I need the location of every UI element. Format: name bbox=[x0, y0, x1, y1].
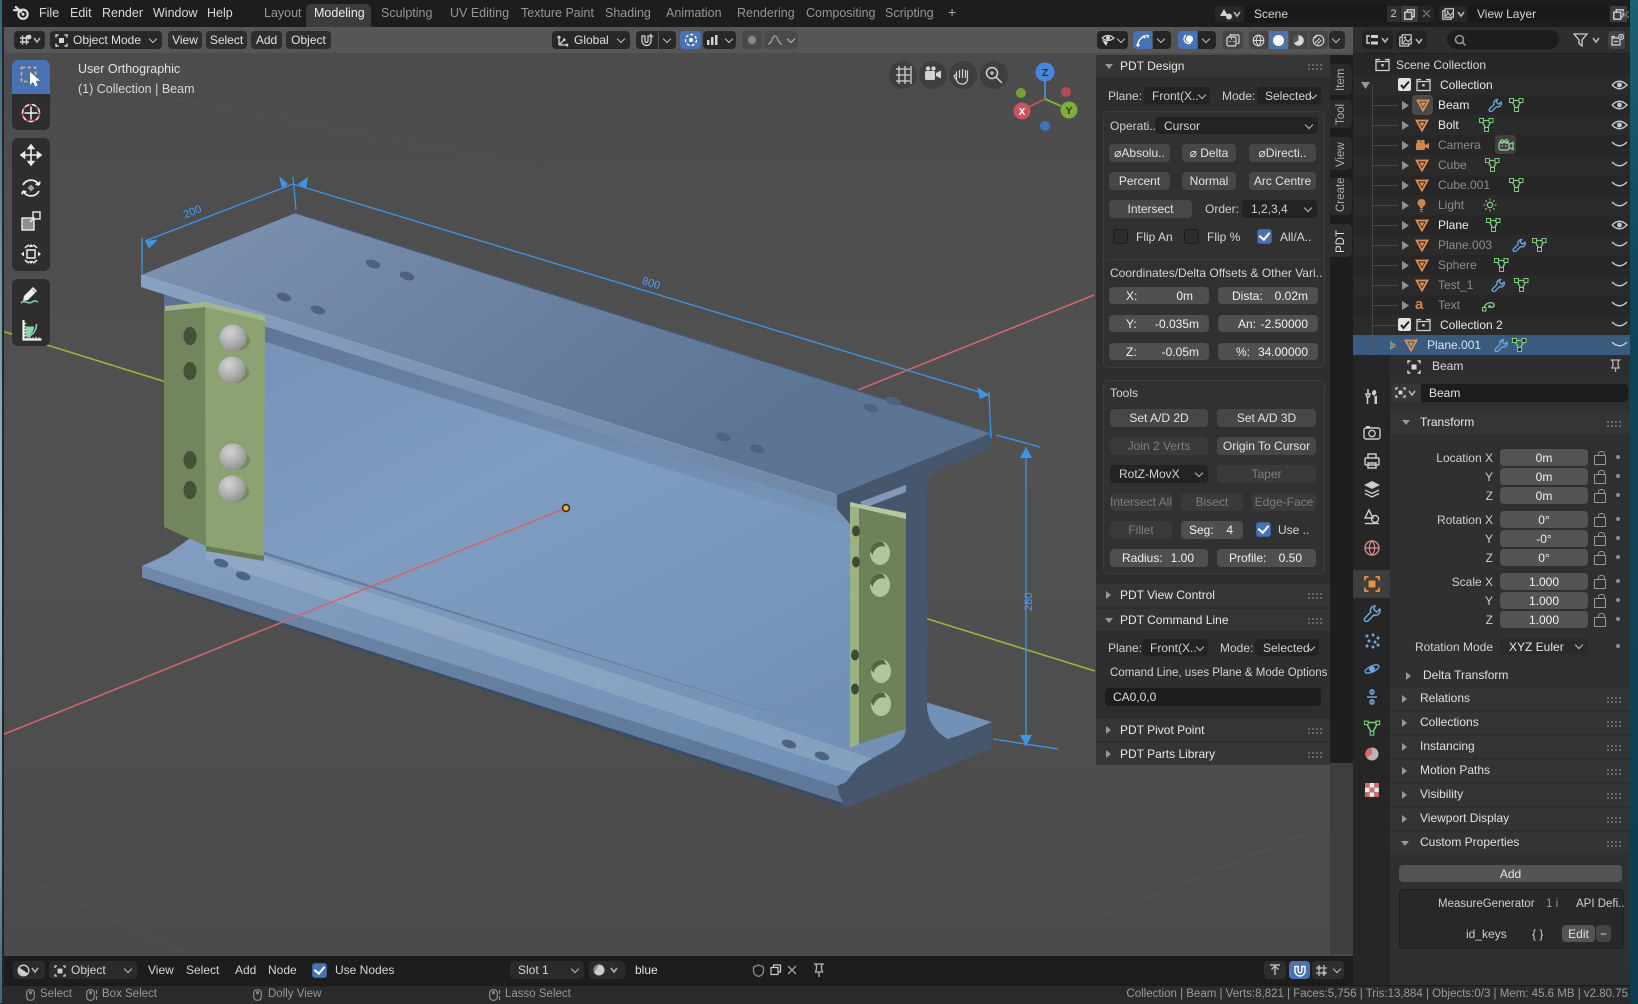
svg-text:User Orthographic: User Orthographic bbox=[78, 62, 180, 76]
svg-text:280: 280 bbox=[1023, 593, 1035, 611]
svg-text:Z: Z bbox=[1042, 68, 1048, 79]
svg-text:(1) Collection | Beam: (1) Collection | Beam bbox=[78, 82, 195, 96]
svg-text:Y: Y bbox=[1066, 106, 1073, 117]
svg-text:X: X bbox=[1019, 107, 1026, 118]
